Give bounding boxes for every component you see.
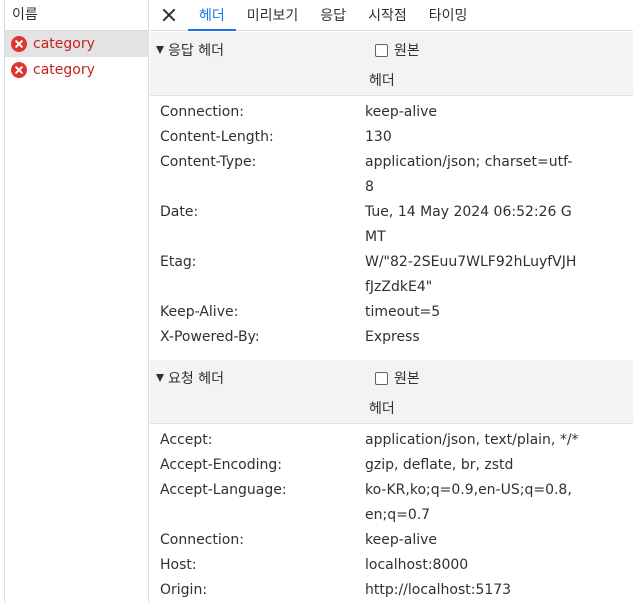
- raw-checkbox[interactable]: [375, 371, 388, 385]
- header-key: Etag:: [160, 254, 197, 270]
- header-row: Host: localhost:8000: [150, 553, 633, 578]
- headers-content: 응답 헤더 원본 헤더 Connection: keep-alive Conte…: [150, 32, 633, 603]
- header-key: X-Powered-By:: [160, 329, 260, 345]
- header-value: application/json, text/plain, */*: [365, 432, 579, 448]
- request-list-panel: 이름 category category: [4, 0, 149, 603]
- request-name: category: [33, 36, 95, 52]
- raw-checkbox-label[interactable]: 원본: [375, 40, 420, 60]
- header-row: Connection: keep-alive: [150, 100, 633, 125]
- header-key: Keep-Alive:: [160, 304, 239, 320]
- header-value: ko-KR,ko;q=0.9,en-US;q=0.8,en;q=0.7: [365, 482, 572, 523]
- header-row: Accept-Language: ko-KR,ko;q=0.9,en-US;q=…: [150, 478, 633, 528]
- header-value: localhost:8000: [365, 557, 469, 573]
- expand-triangle-icon: [156, 374, 164, 382]
- response-headers-list: Connection: keep-alive Content-Length: 1…: [150, 96, 633, 360]
- header-row: Content-Length: 130: [150, 125, 633, 150]
- header-value: 130: [365, 129, 392, 145]
- error-icon: [11, 62, 27, 78]
- header-key: Content-Type:: [160, 154, 257, 170]
- header-row: Etag: W/"82-2SEuu7WLF92hLuyfVJHfJzZdkE4": [150, 250, 633, 300]
- tab-initiator[interactable]: 시작점: [357, 0, 418, 30]
- header-key: Date:: [160, 204, 199, 220]
- section-title: 요청 헤더: [168, 371, 224, 387]
- request-headers-toggle[interactable]: 요청 헤더: [156, 368, 224, 388]
- raw-checkbox[interactable]: [375, 43, 388, 57]
- request-name: category: [33, 62, 95, 78]
- header-row: Connection: keep-alive: [150, 528, 633, 553]
- header-key: Content-Length:: [160, 129, 274, 145]
- error-icon: [11, 36, 27, 52]
- request-item[interactable]: category: [5, 57, 148, 83]
- header-key: Accept:: [160, 432, 213, 448]
- header-value: gzip, deflate, br, zstd: [365, 457, 514, 473]
- tab-timing[interactable]: 타이밍: [418, 0, 479, 30]
- request-item[interactable]: category: [5, 31, 148, 57]
- header-row: Keep-Alive: timeout=5: [150, 300, 633, 325]
- header-key: Origin:: [160, 582, 208, 598]
- request-headers-section-header: 요청 헤더 원본 헤더: [150, 360, 633, 424]
- header-key: Connection:: [160, 532, 244, 548]
- header-key: Host:: [160, 557, 197, 573]
- header-value: W/"82-2SEuu7WLF92hLuyfVJHfJzZdkE4": [365, 254, 577, 295]
- raw-label: 원본: [394, 43, 420, 59]
- name-column-header[interactable]: 이름: [5, 0, 148, 31]
- tab-response[interactable]: 응답: [309, 0, 357, 30]
- header-key: Accept-Encoding:: [160, 457, 283, 473]
- tab-preview[interactable]: 미리보기: [236, 0, 310, 30]
- header-value: Express: [365, 329, 420, 345]
- request-headers-list: Accept: application/json, text/plain, */…: [150, 424, 633, 603]
- header-value: application/json; charset=utf-8: [365, 154, 573, 195]
- close-icon: [162, 8, 176, 22]
- header-value: keep-alive: [365, 532, 438, 548]
- headers-sub-label: 헤더: [369, 401, 395, 417]
- header-key: Accept-Language:: [160, 482, 287, 498]
- header-key: Connection:: [160, 104, 244, 120]
- header-row: X-Powered-By: Express: [150, 325, 633, 350]
- header-row: Date: Tue, 14 May 2024 06:52:26 GMT: [150, 200, 633, 250]
- detail-tab-bar: 헤더 미리보기 응답 시작점 타이밍: [150, 0, 633, 31]
- response-headers-section-header: 응답 헤더 원본 헤더: [150, 32, 633, 96]
- section-title: 응답 헤더: [168, 43, 224, 59]
- header-value: Tue, 14 May 2024 06:52:26 GMT: [365, 204, 572, 245]
- close-button[interactable]: [150, 0, 188, 30]
- header-value: timeout=5: [365, 304, 441, 320]
- response-headers-toggle[interactable]: 응답 헤더: [156, 40, 224, 60]
- header-row: Origin: http://localhost:5173: [150, 578, 633, 603]
- expand-triangle-icon: [156, 46, 164, 54]
- header-value: http://localhost:5173: [365, 582, 512, 598]
- header-value: keep-alive: [365, 104, 438, 120]
- headers-sub-label: 헤더: [369, 73, 395, 89]
- raw-label: 원본: [394, 371, 420, 387]
- header-row: Content-Type: application/json; charset=…: [150, 150, 633, 200]
- raw-checkbox-label[interactable]: 원본: [375, 368, 420, 388]
- header-row: Accept-Encoding: gzip, deflate, br, zstd: [150, 453, 633, 478]
- header-row: Accept: application/json, text/plain, */…: [150, 428, 633, 453]
- tab-headers[interactable]: 헤더: [188, 0, 236, 31]
